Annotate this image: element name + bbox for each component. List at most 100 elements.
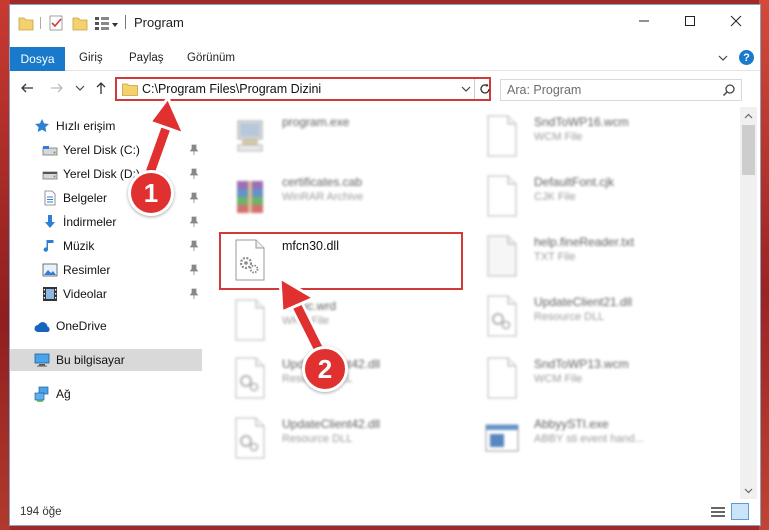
forward-button[interactable] bbox=[48, 79, 66, 97]
new-folder-icon[interactable] bbox=[72, 13, 88, 33]
sidebar-item-quick-access[interactable]: Hızlı erişim bbox=[10, 115, 202, 137]
item-count: 194 öğe bbox=[20, 506, 62, 518]
chevron-down-icon[interactable] bbox=[459, 82, 473, 96]
close-button[interactable] bbox=[713, 5, 759, 37]
minimize-icon bbox=[639, 20, 649, 22]
blank-file-icon bbox=[235, 299, 265, 341]
dll-icon bbox=[235, 357, 265, 399]
address-bar[interactable]: C:\Program Files\Program Dizini bbox=[115, 77, 491, 101]
sidebar-item-this-pc[interactable]: Bu bilgisayar bbox=[10, 349, 202, 371]
file-item[interactable]: certificates.cab WinRAR Archive bbox=[228, 167, 458, 223]
tiles-view-icon[interactable] bbox=[731, 503, 749, 520]
search-icon[interactable] bbox=[722, 83, 736, 97]
file-item[interactable]: SndToWP13.wcm WCM File bbox=[480, 349, 710, 405]
back-button[interactable] bbox=[18, 79, 36, 97]
sidebar-item-label: Resimler bbox=[63, 263, 111, 277]
search-box[interactable] bbox=[500, 79, 742, 101]
tab-home[interactable]: Giriş bbox=[79, 52, 103, 64]
window-title: Program bbox=[134, 15, 184, 30]
up-button[interactable] bbox=[92, 79, 110, 97]
app-window-icon bbox=[485, 424, 519, 452]
file-name: SndToWP13.wcm bbox=[534, 357, 629, 371]
file-item[interactable]: help.fineReader.txt TXT File bbox=[480, 227, 710, 283]
blank-file-icon bbox=[487, 115, 517, 157]
sidebar-item-music[interactable]: Müzik bbox=[10, 235, 202, 257]
maximize-button[interactable] bbox=[667, 5, 713, 37]
videos-icon bbox=[43, 287, 57, 301]
refresh-icon[interactable] bbox=[478, 81, 492, 97]
sidebar-item-label: Yerel Disk (C:) bbox=[63, 143, 140, 157]
arrow-left-icon bbox=[21, 83, 33, 93]
customize-toolbar-icon[interactable] bbox=[94, 13, 120, 33]
file-item[interactable]: program.exe bbox=[228, 107, 458, 163]
sidebar-item-onedrive[interactable]: OneDrive bbox=[10, 315, 202, 337]
file-item[interactable]: SndToWP16.wcm WCM File bbox=[480, 107, 710, 163]
arrow-up-icon bbox=[96, 82, 106, 94]
tab-file[interactable]: Dosya bbox=[10, 47, 65, 71]
sidebar-item-disk-c[interactable]: Yerel Disk (C:) bbox=[10, 139, 202, 161]
file-name: UpdateClient21.dll bbox=[534, 295, 633, 309]
pin-icon[interactable] bbox=[188, 288, 200, 300]
vertical-scrollbar[interactable] bbox=[740, 107, 757, 499]
file-name: music.wrd bbox=[282, 299, 337, 313]
minimize-button[interactable] bbox=[621, 5, 667, 37]
sidebar-item-label: İndirmeler bbox=[63, 215, 117, 229]
pin-icon[interactable] bbox=[188, 192, 200, 204]
status-bar: 194 öğe bbox=[10, 499, 760, 525]
maximize-icon bbox=[685, 16, 695, 26]
folder-icon[interactable] bbox=[18, 13, 34, 33]
sidebar-item-downloads[interactable]: İndirmeler bbox=[10, 211, 202, 233]
file-type: WRD File bbox=[282, 315, 330, 327]
sidebar-item-pictures[interactable]: Resimler bbox=[10, 259, 202, 281]
sidebar-item-label: Hızlı erişim bbox=[56, 119, 116, 133]
details-view-icon[interactable] bbox=[710, 505, 726, 519]
pin-icon[interactable] bbox=[188, 264, 200, 276]
navigation-pane: Hızlı erişim Yerel Disk (C:) Yerel Disk … bbox=[10, 107, 206, 499]
sidebar-item-label: OneDrive bbox=[56, 319, 107, 333]
search-input[interactable] bbox=[507, 82, 707, 98]
sidebar-item-network[interactable]: Ağ bbox=[10, 383, 202, 405]
chevron-down-icon bbox=[75, 85, 85, 91]
file-item[interactable]: UpdateClient21.dll Resource DLL bbox=[480, 287, 710, 343]
sidebar-item-disk-d[interactable]: Yerel Disk (D:) bbox=[10, 163, 202, 185]
sidebar-item-label: Müzik bbox=[63, 239, 95, 253]
sidebar-item-label: Yerel Disk (D:) bbox=[63, 167, 140, 181]
file-item[interactable]: DefaultFont.cjk CJK File bbox=[480, 167, 710, 223]
documents-icon bbox=[44, 190, 56, 206]
drive-icon bbox=[42, 171, 58, 180]
tab-share[interactable]: Paylaş bbox=[129, 52, 164, 64]
cloud-icon bbox=[34, 322, 50, 332]
file-name: help.fineReader.txt bbox=[534, 235, 635, 249]
help-icon[interactable]: ? bbox=[739, 50, 754, 65]
arrow-right-icon bbox=[51, 83, 63, 93]
address-path[interactable]: C:\Program Files\Program Dizini bbox=[142, 82, 321, 96]
dll-icon bbox=[235, 417, 265, 459]
blank-file-icon bbox=[487, 175, 517, 217]
pin-icon[interactable] bbox=[188, 240, 200, 252]
sidebar-item-videos[interactable]: Videolar bbox=[10, 283, 202, 305]
tab-view[interactable]: Görünüm bbox=[187, 52, 235, 64]
archive-icon bbox=[237, 181, 263, 213]
file-item[interactable]: UpdateClient42.dll Resource DLL bbox=[228, 409, 458, 465]
chevron-down-icon[interactable] bbox=[716, 51, 730, 65]
properties-icon[interactable] bbox=[48, 13, 64, 33]
pin-icon[interactable] bbox=[188, 168, 200, 180]
download-icon bbox=[45, 215, 55, 228]
recent-locations-button[interactable] bbox=[74, 79, 86, 97]
file-name: certificates.cab bbox=[282, 175, 363, 189]
pin-icon[interactable] bbox=[188, 216, 200, 228]
chevron-down-icon bbox=[744, 488, 753, 493]
text-file-icon bbox=[487, 235, 517, 277]
title-bar: Program bbox=[10, 5, 760, 41]
file-type: ABBY sti event hand... bbox=[534, 433, 644, 445]
scroll-down-button[interactable] bbox=[740, 482, 757, 499]
music-icon bbox=[43, 240, 54, 252]
file-item[interactable]: music.wrd WRD File bbox=[228, 291, 458, 347]
scroll-up-button[interactable] bbox=[740, 107, 757, 124]
pin-icon[interactable] bbox=[188, 144, 200, 156]
scroll-thumb[interactable] bbox=[742, 125, 755, 175]
navigation-bar: C:\Program Files\Program Dizini bbox=[10, 71, 760, 107]
sidebar-item-label: Belgeler bbox=[63, 191, 108, 205]
network-icon bbox=[34, 386, 49, 402]
file-item[interactable]: AbbyySTI.exe ABBY sti event hand... bbox=[480, 409, 710, 465]
